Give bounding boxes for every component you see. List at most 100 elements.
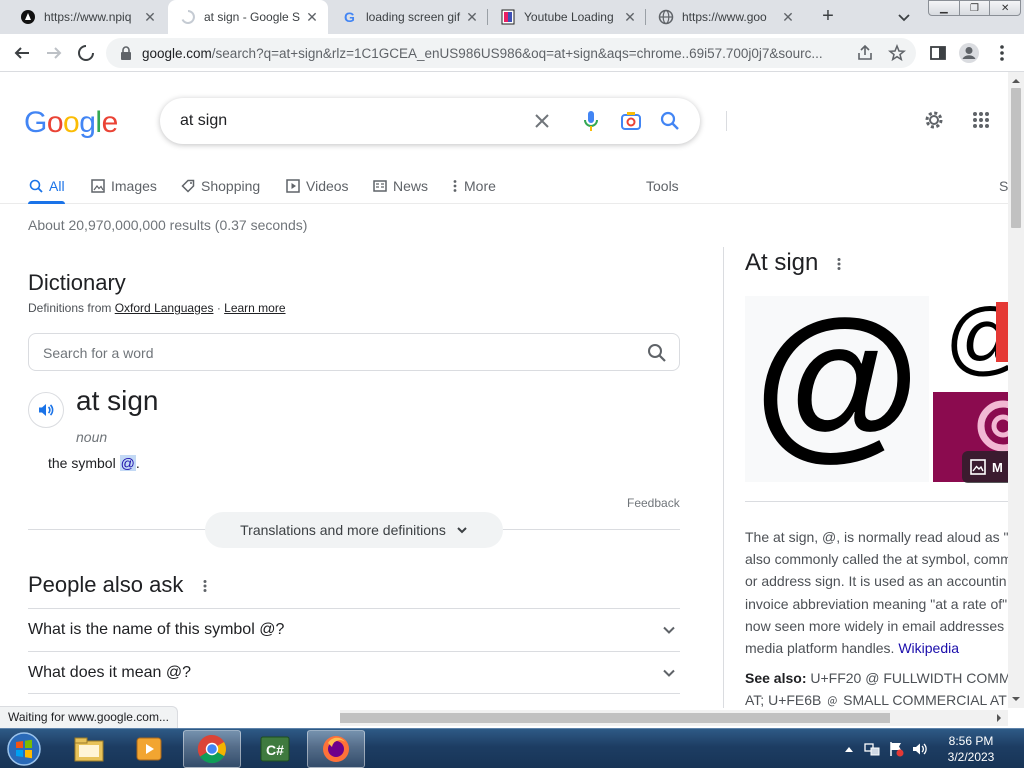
see-also-line: U+FF20 @ FULLWIDTH COMM <box>806 670 1008 686</box>
at-sign-image[interactable]: @ <box>745 296 929 482</box>
vertical-scrollbar[interactable] <box>1008 72 1024 708</box>
scroll-right-arrow-icon[interactable] <box>992 710 1006 726</box>
oxford-languages-link[interactable]: Oxford Languages <box>115 301 214 315</box>
search-box[interactable]: at sign <box>160 98 727 144</box>
tab-youtube-loading[interactable]: Youtube Loading ✕ <box>488 0 646 34</box>
tab-shopping[interactable]: Shopping <box>180 168 260 204</box>
translations-more-definitions-button[interactable]: Translations and more definitions <box>205 512 503 548</box>
tab-label: More <box>464 178 496 194</box>
windows-explorer-folder-icon[interactable] <box>60 730 118 768</box>
tab-news[interactable]: News <box>372 168 428 204</box>
newspaper-icon <box>372 178 388 194</box>
definition-text: the symbol @. <box>48 455 140 471</box>
media-player-icon[interactable] <box>120 730 178 768</box>
tab-tools[interactable]: Tools <box>646 168 679 204</box>
tab-search-chevron-down-icon[interactable] <box>894 7 914 27</box>
people-also-ask-heading: People also ask <box>28 572 207 599</box>
chrome-icon[interactable] <box>183 730 241 768</box>
search-nav-tabs: All Images Shopping Videos News More Too… <box>0 168 1008 204</box>
tab-videos[interactable]: Videos <box>285 168 349 204</box>
volume-speaker-icon[interactable] <box>912 741 928 757</box>
image-glyph: @ <box>754 296 920 475</box>
more-vertical-dots-icon[interactable] <box>837 250 841 278</box>
source-prefix: Definitions from <box>28 301 112 315</box>
share-icon[interactable] <box>856 44 874 62</box>
google-logo[interactable]: Google <box>24 106 118 140</box>
close-icon[interactable]: ✕ <box>304 9 320 25</box>
tab-divider <box>487 9 488 25</box>
minimize-icon[interactable]: ▁ <box>928 0 960 16</box>
google-apps-grid-icon[interactable] <box>969 108 993 132</box>
tab-google-url[interactable]: https://www.goo ✕ <box>646 0 804 34</box>
learn-more-link[interactable]: Learn more <box>224 301 285 315</box>
close-window-icon[interactable]: ✕ <box>989 0 1022 16</box>
symbol-link[interactable]: @ <box>119 455 136 471</box>
clock-time: 8:56 PM <box>948 734 994 748</box>
microphone-icon[interactable] <box>579 109 603 133</box>
horizontal-scrollbar[interactable] <box>340 710 1008 726</box>
dictionary-search-field[interactable]: Search for a word <box>28 333 680 371</box>
horizontal-scroll-thumb[interactable] <box>340 713 890 723</box>
people-also-ask-question[interactable]: What is the name of this symbol @? <box>28 608 680 651</box>
new-tab-plus-icon[interactable]: + <box>816 5 840 29</box>
tab-google-at-sign[interactable]: at sign - Google S ✕ <box>168 0 328 34</box>
tab-images[interactable]: Images <box>90 168 157 204</box>
close-icon[interactable]: ✕ <box>780 9 796 25</box>
chrome-menu-kebab-icon[interactable] <box>990 41 1014 65</box>
show-hidden-icons-arrow-icon[interactable] <box>844 745 854 753</box>
at-sign-image[interactable]: @ <box>933 296 1008 388</box>
google-lens-camera-icon[interactable] <box>619 109 643 133</box>
scroll-down-arrow-icon[interactable] <box>1008 692 1024 706</box>
system-clock[interactable]: 8:56 PM 3/2/2023 <box>936 733 1006 765</box>
forward-arrow-icon[interactable] <box>42 41 66 65</box>
action-center-flag-icon[interactable] <box>888 741 904 757</box>
part-of-speech: noun <box>76 429 108 445</box>
dictionary-search-placeholder[interactable]: Search for a word <box>43 345 154 361</box>
pronunciation-speaker-icon[interactable] <box>28 392 64 428</box>
image-icon <box>90 178 106 194</box>
svg-text:G: G <box>344 9 355 25</box>
system-tray <box>844 729 928 768</box>
url-text[interactable]: google.com/search?q=at+sign&rlz=1C1GCEA_… <box>142 46 842 61</box>
firefox-icon[interactable] <box>307 730 365 768</box>
close-icon[interactable]: ✕ <box>464 9 480 25</box>
tab-npiq[interactable]: https://www.npiq ✕ <box>8 0 166 34</box>
windows-start-orb-icon[interactable] <box>4 730 44 768</box>
tab-strip: https://www.npiq ✕ at sign - Google S ✕ … <box>0 0 1024 34</box>
search-input[interactable]: at sign <box>180 112 227 130</box>
tab-safesearch-partial[interactable]: S <box>999 168 1008 204</box>
vertical-scroll-thumb[interactable] <box>1011 88 1021 228</box>
clear-x-icon[interactable] <box>530 109 554 133</box>
tab-label: News <box>393 178 429 194</box>
npi-favicon-icon <box>20 9 36 25</box>
stop-loading-x-icon[interactable] <box>74 41 98 65</box>
profile-avatar-icon[interactable] <box>957 41 981 65</box>
side-panel-icon[interactable] <box>926 41 950 65</box>
close-icon[interactable]: ✕ <box>142 9 158 25</box>
wikipedia-link[interactable]: Wikipedia <box>898 640 959 656</box>
feedback-link[interactable]: Feedback <box>627 496 680 510</box>
address-bar[interactable]: google.com/search?q=at+sign&rlz=1C1GCEA_… <box>106 38 916 68</box>
more-vertical-dots-icon[interactable] <box>203 573 207 599</box>
restore-icon[interactable]: ❐ <box>958 0 991 16</box>
network-icon[interactable] <box>864 741 880 757</box>
search-icon <box>28 178 44 194</box>
settings-gear-icon[interactable] <box>922 108 946 132</box>
title-label: At sign <box>745 249 819 276</box>
close-icon[interactable]: ✕ <box>622 9 638 25</box>
bookmark-star-icon[interactable] <box>888 44 906 62</box>
people-also-ask-question[interactable]: What does it mean @? <box>28 651 680 694</box>
lock-icon[interactable] <box>118 45 134 61</box>
search-icon[interactable] <box>647 343 667 368</box>
tab-all[interactable]: All <box>28 168 65 204</box>
csharp-editor-icon[interactable]: C# <box>246 730 304 768</box>
tab-more[interactable]: More <box>451 168 496 204</box>
tab-title: at sign - Google S <box>204 10 301 24</box>
tab-loading-screen-gif[interactable]: G loading screen gif ✕ <box>330 0 488 34</box>
back-arrow-icon[interactable] <box>10 41 34 65</box>
more-images-button[interactable]: M <box>962 451 1008 483</box>
tab-label: Tools <box>646 178 679 194</box>
scroll-up-arrow-icon[interactable] <box>1008 74 1024 88</box>
more-images-label: M <box>992 459 1003 475</box>
search-magnifier-icon[interactable] <box>658 109 682 133</box>
